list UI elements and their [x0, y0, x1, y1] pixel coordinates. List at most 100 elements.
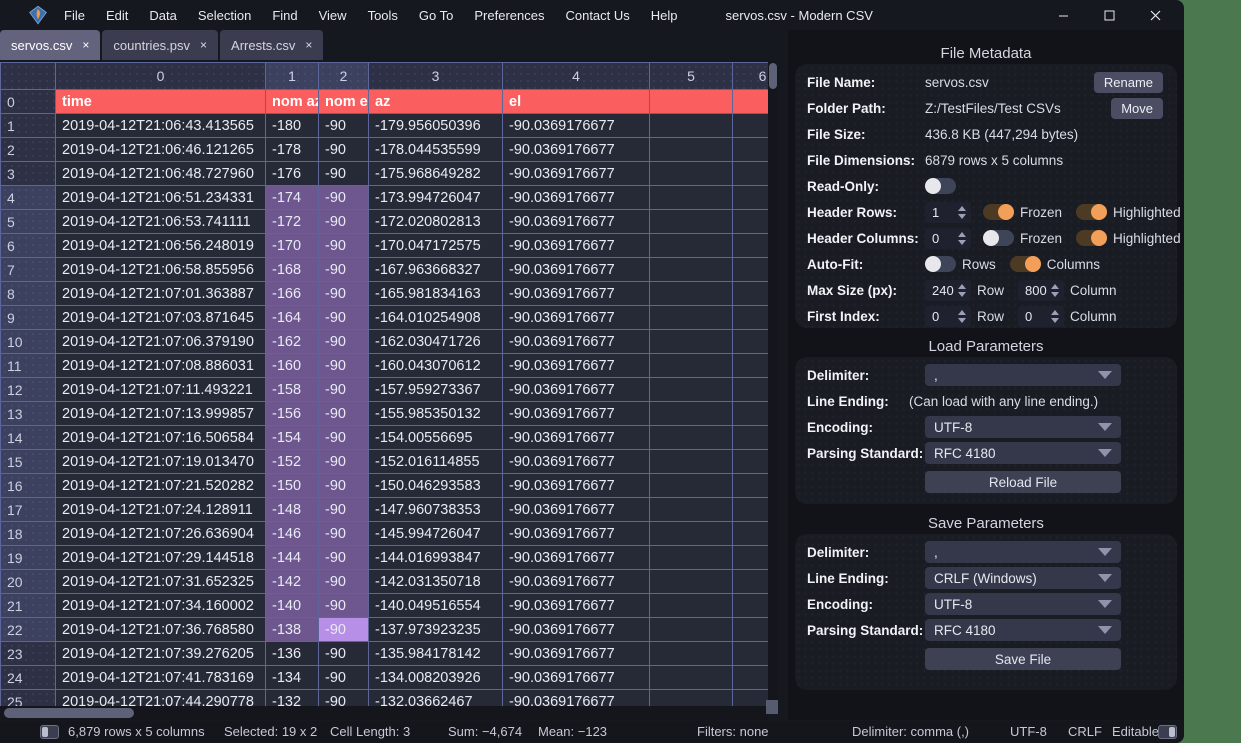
row-header[interactable]: 0 — [1, 90, 56, 114]
cell[interactable] — [733, 282, 769, 306]
menu-item-preferences[interactable]: Preferences — [474, 8, 544, 23]
menu-item-find[interactable]: Find — [272, 8, 297, 23]
cell[interactable]: -176 — [266, 162, 319, 186]
maximize-button[interactable] — [1086, 0, 1132, 30]
rename-button[interactable]: Rename — [1094, 72, 1163, 93]
row-header[interactable]: 15 — [1, 450, 56, 474]
save-parsing-dropdown[interactable]: RFC 4180 — [925, 619, 1121, 641]
spinner-arrows-icon[interactable] — [958, 310, 971, 323]
cell[interactable]: -90 — [319, 138, 369, 162]
row-header[interactable]: 20 — [1, 570, 56, 594]
row-header[interactable]: 3 — [1, 162, 56, 186]
cell[interactable]: 2019-04-12T21:06:43.413565 — [56, 114, 266, 138]
tab-countries-psv[interactable]: countries.psv× — [102, 30, 218, 60]
cell[interactable] — [733, 138, 769, 162]
row-header[interactable]: 13 — [1, 402, 56, 426]
close-button[interactable] — [1132, 0, 1178, 30]
cell[interactable]: -90 — [319, 330, 369, 354]
save-delimiter-dropdown[interactable]: , — [925, 541, 1121, 563]
cell[interactable]: -90 — [319, 258, 369, 282]
cell[interactable]: -136 — [266, 642, 319, 666]
row-header[interactable]: 18 — [1, 522, 56, 546]
first-column-spinner[interactable]: 0 — [1018, 306, 1064, 327]
cell[interactable]: -90 — [319, 186, 369, 210]
cell[interactable]: 2019-04-12T21:07:21.520282 — [56, 474, 266, 498]
cell[interactable]: 2019-04-12T21:06:53.741111 — [56, 210, 266, 234]
cell[interactable]: -145.994726047 — [369, 522, 503, 546]
cell[interactable]: -90 — [319, 546, 369, 570]
cell[interactable]: -155.985350132 — [369, 402, 503, 426]
spinner-arrows-icon[interactable] — [958, 206, 971, 219]
cell[interactable] — [733, 666, 769, 690]
cell[interactable]: -152.016114855 — [369, 450, 503, 474]
grid-corner[interactable] — [1, 63, 56, 90]
cell[interactable]: 2019-04-12T21:07:11.493221 — [56, 378, 266, 402]
cell[interactable] — [650, 258, 733, 282]
move-button[interactable]: Move — [1111, 98, 1163, 119]
cell[interactable]: -146 — [266, 522, 319, 546]
cell[interactable]: az — [369, 90, 503, 114]
cell[interactable]: -167.963668327 — [369, 258, 503, 282]
row-header[interactable]: 4 — [1, 186, 56, 210]
row-header[interactable]: 23 — [1, 642, 56, 666]
cell[interactable] — [733, 642, 769, 666]
cell[interactable] — [733, 426, 769, 450]
row-header[interactable]: 9 — [1, 306, 56, 330]
row-header[interactable]: 12 — [1, 378, 56, 402]
cell[interactable]: -90 — [319, 522, 369, 546]
cell[interactable]: -90.0369176677 — [503, 354, 650, 378]
cell[interactable]: -90.0369176677 — [503, 114, 650, 138]
minimize-button[interactable] — [1040, 0, 1086, 30]
cell[interactable]: -90 — [319, 306, 369, 330]
cell[interactable]: -170.047172575 — [369, 234, 503, 258]
cell[interactable] — [733, 594, 769, 618]
cell[interactable] — [733, 210, 769, 234]
spinner-arrows-icon[interactable] — [958, 232, 971, 245]
save-file-button[interactable]: Save File — [925, 648, 1121, 670]
cell[interactable]: 2019-04-12T21:07:26.636904 — [56, 522, 266, 546]
cell[interactable] — [733, 234, 769, 258]
cell[interactable] — [650, 570, 733, 594]
header-rows-spinner[interactable]: 1 — [925, 202, 971, 223]
cell[interactable] — [650, 378, 733, 402]
first-row-spinner[interactable]: 0 — [925, 306, 971, 327]
cell[interactable]: -90.0369176677 — [503, 426, 650, 450]
cell[interactable]: 2019-04-12T21:07:19.013470 — [56, 450, 266, 474]
cell[interactable]: nom el — [319, 90, 369, 114]
load-delimiter-dropdown[interactable]: , — [925, 364, 1121, 386]
cell[interactable]: -90 — [319, 234, 369, 258]
row-header[interactable]: 22 — [1, 618, 56, 642]
spinner-arrows-icon[interactable] — [1051, 284, 1064, 297]
cell[interactable] — [650, 426, 733, 450]
cell[interactable] — [733, 162, 769, 186]
header-columns-spinner[interactable]: 0 — [925, 228, 971, 249]
cell[interactable]: -174 — [266, 186, 319, 210]
cell[interactable]: -156 — [266, 402, 319, 426]
cell[interactable] — [650, 642, 733, 666]
cell[interactable]: -90 — [319, 594, 369, 618]
cell[interactable]: -90 — [319, 450, 369, 474]
row-header[interactable]: 19 — [1, 546, 56, 570]
cell[interactable] — [650, 594, 733, 618]
cell[interactable]: -90.0369176677 — [503, 330, 650, 354]
cell[interactable] — [733, 522, 769, 546]
cell[interactable]: 2019-04-12T21:07:39.276205 — [56, 642, 266, 666]
row-header[interactable]: 16 — [1, 474, 56, 498]
cell[interactable]: -90 — [319, 210, 369, 234]
cell[interactable]: -132.03662467 — [369, 690, 503, 707]
cell[interactable]: time — [56, 90, 266, 114]
header-columns-highlighted-toggle[interactable] — [1076, 230, 1107, 246]
reload-file-button[interactable]: Reload File — [925, 471, 1121, 493]
column-header[interactable]: 3 — [369, 63, 503, 90]
cell[interactable]: -90.0369176677 — [503, 138, 650, 162]
cell[interactable]: -90 — [319, 690, 369, 707]
save-line-ending-dropdown[interactable]: CRLF (Windows) — [925, 567, 1121, 589]
cell[interactable]: 2019-04-12T21:06:48.727960 — [56, 162, 266, 186]
cell[interactable]: -90.0369176677 — [503, 546, 650, 570]
row-header[interactable]: 5 — [1, 210, 56, 234]
cell[interactable]: -90 — [319, 378, 369, 402]
cell[interactable]: -164 — [266, 306, 319, 330]
cell[interactable]: -90.0369176677 — [503, 402, 650, 426]
cell[interactable] — [650, 210, 733, 234]
cell[interactable]: -138 — [266, 618, 319, 642]
